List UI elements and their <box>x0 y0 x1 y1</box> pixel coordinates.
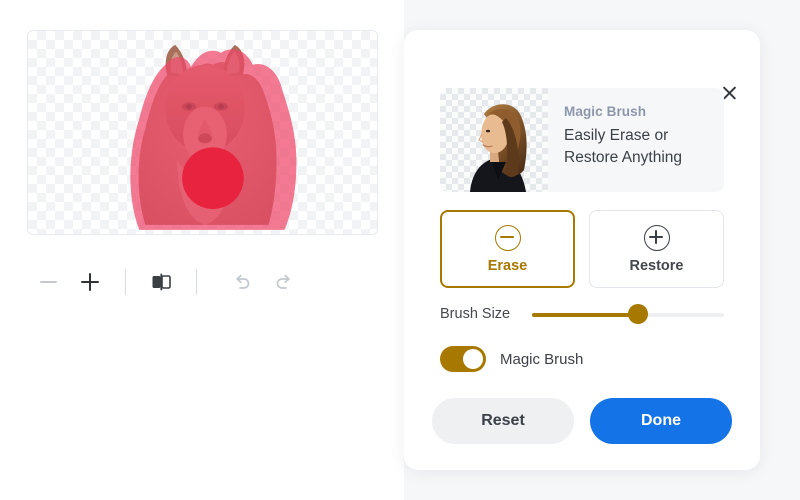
panel-footer: Reset Done <box>432 398 732 444</box>
plus-icon <box>81 273 99 291</box>
minus-icon <box>39 281 57 283</box>
undo-button[interactable] <box>221 262 263 302</box>
brush-size-label: Brush Size <box>440 306 511 322</box>
restore-mode-button[interactable]: Restore <box>589 210 724 288</box>
promo-thumbnail <box>440 88 548 192</box>
zoom-in-button[interactable] <box>69 262 111 302</box>
redo-button[interactable] <box>263 262 305 302</box>
editor-area <box>0 0 404 500</box>
circle-plus-icon <box>643 224 670 251</box>
image-canvas[interactable] <box>27 30 378 235</box>
magic-brush-toggle[interactable] <box>440 346 486 372</box>
magic-brush-panel: Magic Brush Easily Erase or Restore Anyt… <box>404 30 760 470</box>
promo-headline: Easily Erase or Restore Anything <box>564 127 683 167</box>
toggle-knob <box>463 349 483 369</box>
undo-icon <box>236 274 250 289</box>
circle-minus-icon <box>494 224 521 251</box>
erase-mode-button[interactable]: Erase <box>440 210 575 288</box>
toolbar-divider-2 <box>196 269 197 295</box>
promo-card: Magic Brush Easily Erase or Restore Anyt… <box>440 88 724 192</box>
redo-icon <box>276 274 290 289</box>
magic-brush-row: Magic Brush <box>440 346 583 372</box>
promo-text: Magic Brush Easily Erase or Restore Anyt… <box>548 88 724 192</box>
restore-mode-label: Restore <box>629 257 684 274</box>
erase-mode-label: Erase <box>487 257 528 274</box>
done-button[interactable]: Done <box>590 398 732 444</box>
toolbar-divider-1 <box>125 269 126 295</box>
slider-fill <box>532 312 638 317</box>
brush-size-row: Brush Size <box>440 302 724 326</box>
canvas-artwork <box>130 44 297 230</box>
slider-thumb[interactable] <box>627 304 648 324</box>
magic-brush-toggle-label: Magic Brush <box>500 350 584 368</box>
compare-icon <box>152 273 171 291</box>
woman-portrait-image <box>470 104 527 192</box>
brush-cursor-dot <box>182 147 244 209</box>
reset-button[interactable]: Reset <box>432 398 574 444</box>
compare-button[interactable] <box>140 262 182 302</box>
brush-size-slider[interactable] <box>532 304 724 324</box>
mode-selector: Erase Restore <box>440 210 724 288</box>
canvas-toolbar <box>27 262 378 302</box>
promo-eyebrow: Magic Brush <box>564 104 647 119</box>
zoom-out-button[interactable] <box>27 262 69 302</box>
